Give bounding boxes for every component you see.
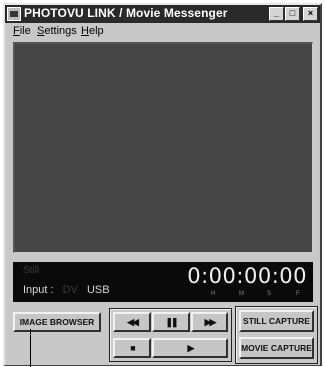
- pointer-line: [30, 329, 31, 367]
- window-controls: _ □ ×: [269, 7, 318, 21]
- image-browser-button[interactable]: IMAGE BROWSER: [13, 312, 101, 332]
- timecode-display: 0:00:00:00: [187, 264, 307, 288]
- input-dv: DV: [62, 284, 78, 296]
- camera-icon[interactable]: [7, 7, 21, 21]
- stop-button[interactable]: ■: [113, 338, 151, 358]
- menu-bar: File Settings Help: [5, 24, 320, 40]
- status-panel: Still Input : DV USB 0:00:00:00 H M S F: [13, 262, 313, 302]
- unit-seconds: S: [267, 291, 272, 297]
- minimize-button[interactable]: _: [269, 7, 284, 21]
- maximize-button[interactable]: □: [285, 7, 300, 21]
- pause-button[interactable]: ❚❚: [152, 312, 190, 332]
- close-button[interactable]: ×: [303, 7, 318, 21]
- input-indicator: Input : DV USB: [23, 284, 116, 296]
- menu-settings[interactable]: Settings: [37, 25, 77, 37]
- unit-frames: F: [296, 291, 300, 297]
- rewind-button[interactable]: ◀◀: [113, 312, 151, 332]
- play-button[interactable]: ▶: [152, 338, 228, 358]
- input-label: Input :: [23, 284, 54, 296]
- input-usb: USB: [86, 284, 110, 296]
- menu-help[interactable]: Help: [81, 25, 104, 37]
- still-indicator: Still: [23, 265, 40, 276]
- unit-minutes: M: [239, 291, 244, 297]
- fast-forward-button[interactable]: ▶▶: [191, 312, 228, 332]
- title-bar[interactable]: PHOTOVU LINK / Movie Messenger _ □ ×: [5, 5, 320, 23]
- still-capture-button[interactable]: STILL CAPTURE: [239, 310, 314, 332]
- video-preview: [13, 42, 313, 253]
- menu-file[interactable]: File: [13, 25, 31, 37]
- window-title: PHOTOVU LINK / Movie Messenger: [24, 6, 228, 20]
- app-window: PHOTOVU LINK / Movie Messenger _ □ × Fil…: [3, 3, 322, 366]
- unit-hours: H: [211, 291, 216, 297]
- movie-capture-button[interactable]: MOVIE CAPTURE: [239, 337, 314, 359]
